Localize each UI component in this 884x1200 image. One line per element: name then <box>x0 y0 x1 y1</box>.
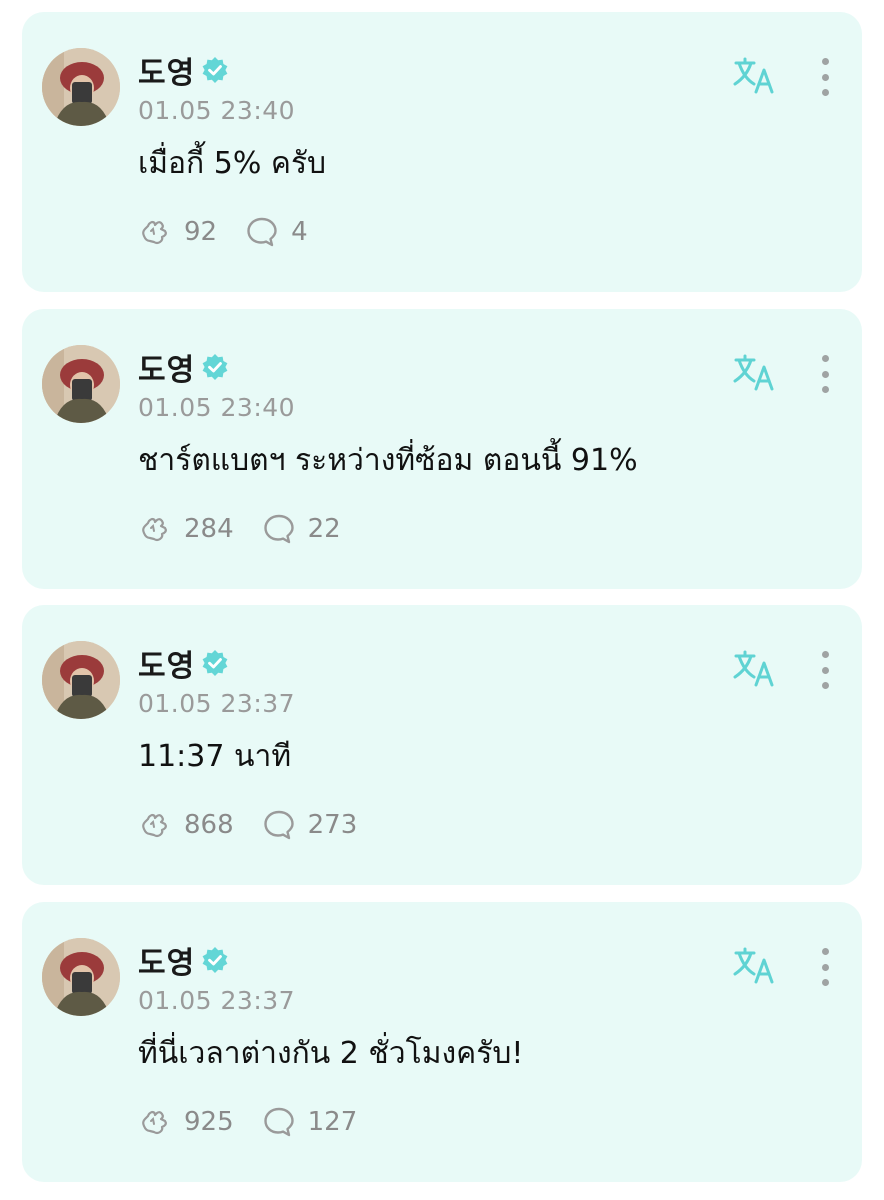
post-stats: 868 273 <box>138 807 385 843</box>
post-timestamp: 01.05 23:40 <box>138 393 296 422</box>
comment-count: 127 <box>307 1107 358 1137</box>
avatar[interactable] <box>42 938 120 1016</box>
post-timestamp: 01.05 23:40 <box>138 96 296 125</box>
verified-badge-icon <box>202 354 228 380</box>
author-name[interactable]: 도영 <box>138 641 195 685</box>
post-stats: 284 22 <box>138 511 369 547</box>
like-icon <box>142 220 167 245</box>
translate-icon[interactable] <box>732 649 776 689</box>
verified-badge-icon <box>202 947 228 973</box>
author-name[interactable]: 도영 <box>138 938 195 982</box>
post-text: 11:37 นาที <box>138 739 292 774</box>
post-text: ชาร์ตแบตฯ ระหว่างที่ซ้อม ตอนนี้ 91% <box>138 443 638 478</box>
translate-icon[interactable] <box>732 353 776 393</box>
translate-icon[interactable] <box>732 946 776 986</box>
like-stat[interactable]: 284 <box>138 512 234 546</box>
translate-icon[interactable] <box>732 56 776 96</box>
post-stats: 925 127 <box>138 1104 385 1140</box>
avatar[interactable] <box>42 48 120 126</box>
author-row: 도영 <box>138 641 229 685</box>
more-options-icon[interactable] <box>812 58 838 96</box>
avatar[interactable] <box>42 345 120 423</box>
comment-icon <box>263 1107 294 1137</box>
post-stats: 92 4 <box>138 214 336 250</box>
like-count: 868 <box>184 810 234 840</box>
verified-badge-icon <box>202 57 228 83</box>
comment-stat[interactable]: 127 <box>262 1105 358 1139</box>
comment-stat[interactable]: 22 <box>262 512 341 546</box>
post-timestamp: 01.05 23:37 <box>138 986 296 1015</box>
more-options-icon[interactable] <box>812 948 838 986</box>
more-options-icon[interactable] <box>812 651 838 689</box>
author-row: 도영 <box>138 938 229 982</box>
like-icon <box>142 517 167 542</box>
like-icon <box>142 1110 167 1135</box>
comment-icon <box>263 810 294 840</box>
like-stat[interactable]: 92 <box>138 215 217 249</box>
avatar[interactable] <box>42 641 120 719</box>
comment-icon <box>247 217 277 247</box>
author-name[interactable]: 도영 <box>138 48 195 92</box>
like-stat[interactable]: 868 <box>138 808 234 842</box>
post-text: ที่นี่เวลาต่างกัน 2 ชั่วโมงครับ! <box>138 1036 524 1071</box>
like-stat[interactable]: 925 <box>138 1105 234 1139</box>
author-row: 도영 <box>138 48 229 92</box>
post-card[interactable]: 도영 01.05 23:40 ชาร์ตแบตฯ ระหว่างที่ซ้อม … <box>22 309 862 589</box>
post-feed: 도영 01.05 23:40 เมื่อกี้ 5% ครับ 92 4 도영 … <box>0 0 884 1200</box>
author-row: 도영 <box>138 345 229 389</box>
post-text: เมื่อกี้ 5% ครับ <box>138 146 327 181</box>
verified-badge-icon <box>202 650 228 676</box>
post-card[interactable]: 도영 01.05 23:40 เมื่อกี้ 5% ครับ 92 4 <box>22 12 862 292</box>
comment-stat[interactable]: 273 <box>262 808 358 842</box>
like-count: 284 <box>184 514 234 544</box>
like-icon <box>142 813 167 838</box>
comment-count: 22 <box>307 514 341 544</box>
comment-stat[interactable]: 4 <box>245 215 308 249</box>
post-timestamp: 01.05 23:37 <box>138 689 296 718</box>
author-name[interactable]: 도영 <box>138 345 195 389</box>
comment-count: 4 <box>291 217 308 247</box>
more-options-icon[interactable] <box>812 355 838 393</box>
like-count: 92 <box>184 217 218 247</box>
post-card[interactable]: 도영 01.05 23:37 11:37 นาที 868 273 <box>22 605 862 885</box>
post-card[interactable]: 도영 01.05 23:37 ที่นี่เวลาต่างกัน 2 ชั่วโ… <box>22 902 862 1182</box>
like-count: 925 <box>184 1107 234 1137</box>
comment-icon <box>263 514 294 544</box>
comment-count: 273 <box>307 810 358 840</box>
